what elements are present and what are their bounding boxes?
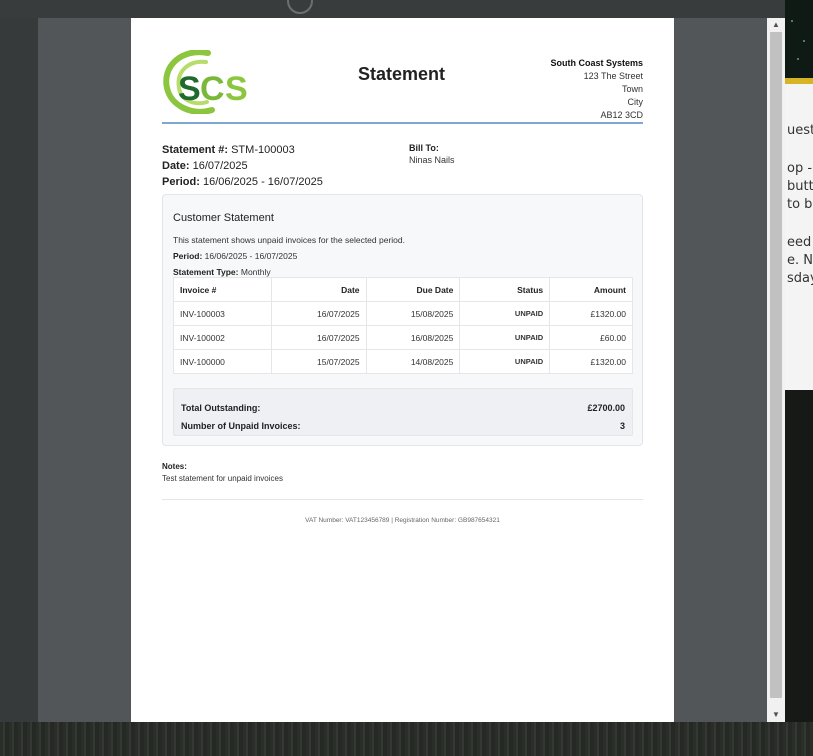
scroll-down-arrow-icon[interactable]: ▼ bbox=[767, 708, 785, 722]
notes-section: Notes: Test statement for unpaid invoice… bbox=[162, 461, 283, 485]
statement-number: Statement #: STM-100003 bbox=[162, 144, 295, 156]
invoice-amount: £1320.00 bbox=[549, 349, 633, 374]
invoice-table: Invoice # Date Due Date Status Amount IN… bbox=[173, 277, 633, 374]
card-title: Customer Statement bbox=[173, 212, 274, 224]
desktop-background-strip bbox=[0, 722, 813, 756]
svg-text:S: S bbox=[225, 70, 248, 108]
invoice-number: INV-100003 bbox=[173, 301, 272, 326]
unpaid-count-value: 3 bbox=[619, 421, 625, 431]
invoice-status: UNPAID bbox=[459, 349, 551, 374]
toolbar-circle-button[interactable] bbox=[287, 0, 313, 14]
column-header: Invoice # bbox=[173, 277, 272, 302]
statement-header: S C S Statement South Coast Systems 123 … bbox=[162, 48, 643, 124]
card-statement-type: Statement Type: Monthly bbox=[173, 267, 271, 277]
svg-text:S: S bbox=[178, 70, 201, 108]
customer-statement-card: Customer Statement This statement shows … bbox=[162, 194, 643, 446]
total-outstanding-row: Total Outstanding: £2700.00 bbox=[181, 403, 625, 413]
invoice-due-date: 14/08/2025 bbox=[365, 349, 461, 374]
invoice-status: UNPAID bbox=[459, 301, 551, 326]
statement-date: Date: 16/07/2025 bbox=[162, 160, 248, 172]
unpaid-count-label: Number of Unpaid Invoices: bbox=[181, 421, 301, 431]
statement-meta: Statement #: STM-100003 Date: 16/07/2025… bbox=[162, 142, 323, 190]
background-text-line: sday. bbox=[787, 271, 813, 286]
company-address-block: South Coast Systems 123 The Street Town … bbox=[550, 57, 643, 122]
background-dark-area bbox=[785, 390, 813, 722]
vertical-scrollbar[interactable]: ▲ ▼ bbox=[767, 18, 785, 722]
footer-registration: VAT Number: VAT123456789 | Registration … bbox=[305, 517, 500, 524]
totals-box: Total Outstanding: £2700.00 Number of Un… bbox=[173, 388, 633, 436]
invoice-number: INV-100002 bbox=[173, 325, 272, 350]
bill-to-name: Ninas Nails bbox=[409, 155, 455, 165]
address-line: 123 The Street bbox=[583, 71, 643, 81]
background-text-line: e. Ne bbox=[787, 253, 813, 268]
invoice-date: 16/07/2025 bbox=[270, 325, 367, 350]
background-text-line: op - bbox=[787, 161, 813, 176]
table-row: INV-100003 16/07/2025 15/08/2025 UNPAID … bbox=[173, 301, 633, 326]
invoice-status: UNPAID bbox=[459, 325, 551, 350]
column-header: Due Date bbox=[365, 277, 461, 302]
background-text-line: to be bbox=[787, 197, 813, 212]
unpaid-count-row: Number of Unpaid Invoices: 3 bbox=[181, 421, 625, 431]
invoice-due-date: 16/08/2025 bbox=[365, 325, 461, 350]
invoice-date: 16/07/2025 bbox=[270, 301, 367, 326]
scroll-up-arrow-icon[interactable]: ▲ bbox=[767, 18, 785, 32]
footer-divider bbox=[162, 499, 643, 500]
notes-label: Notes: bbox=[162, 462, 187, 471]
total-outstanding-value: £2700.00 bbox=[587, 403, 625, 413]
table-row: INV-100002 16/07/2025 16/08/2025 UNPAID … bbox=[173, 325, 633, 350]
total-outstanding-label: Total Outstanding: bbox=[181, 403, 261, 413]
statement-period: Period: 16/06/2025 - 16/07/2025 bbox=[162, 176, 323, 188]
background-text-line: butt bbox=[787, 179, 813, 194]
viewer-toolbar bbox=[0, 0, 785, 18]
document-title: Statement bbox=[358, 64, 446, 84]
background-page-text: uests op - butt to be eed t e. Ne sday. bbox=[785, 84, 813, 390]
invoice-amount: £60.00 bbox=[549, 325, 633, 350]
bill-to-label: Bill To: bbox=[409, 143, 439, 153]
background-text-line: uests bbox=[787, 123, 813, 138]
column-header: Date bbox=[270, 277, 367, 302]
invoice-date: 15/07/2025 bbox=[270, 349, 367, 374]
card-description: This statement shows unpaid invoices for… bbox=[173, 235, 405, 245]
card-period: Period: 16/06/2025 - 16/07/2025 bbox=[173, 251, 298, 261]
background-night-sky bbox=[785, 0, 813, 80]
notes-text: Test statement for unpaid invoices bbox=[162, 474, 283, 483]
invoice-amount: £1320.00 bbox=[549, 301, 633, 326]
scrollbar-thumb[interactable] bbox=[770, 32, 782, 698]
invoice-due-date: 15/08/2025 bbox=[365, 301, 461, 326]
invoice-number: INV-100000 bbox=[173, 349, 272, 374]
company-name: South Coast Systems bbox=[550, 58, 643, 68]
company-logo: S C S bbox=[163, 50, 248, 114]
background-text-line: eed t bbox=[787, 235, 813, 250]
svg-text:C: C bbox=[200, 70, 225, 108]
statement-page: S C S Statement South Coast Systems 123 … bbox=[131, 18, 674, 722]
table-row: INV-100000 15/07/2025 14/08/2025 UNPAID … bbox=[173, 349, 633, 374]
address-line: AB12 3CD bbox=[600, 110, 643, 120]
address-line: City bbox=[627, 97, 644, 107]
header-divider bbox=[162, 122, 643, 124]
viewer-left-margin bbox=[0, 18, 38, 722]
column-header: Amount bbox=[549, 277, 633, 302]
table-header-row: Invoice # Date Due Date Status Amount bbox=[173, 277, 633, 302]
bill-to-block: Bill To: Ninas Nails bbox=[409, 142, 455, 166]
address-line: Town bbox=[621, 84, 643, 94]
column-header: Status bbox=[459, 277, 551, 302]
